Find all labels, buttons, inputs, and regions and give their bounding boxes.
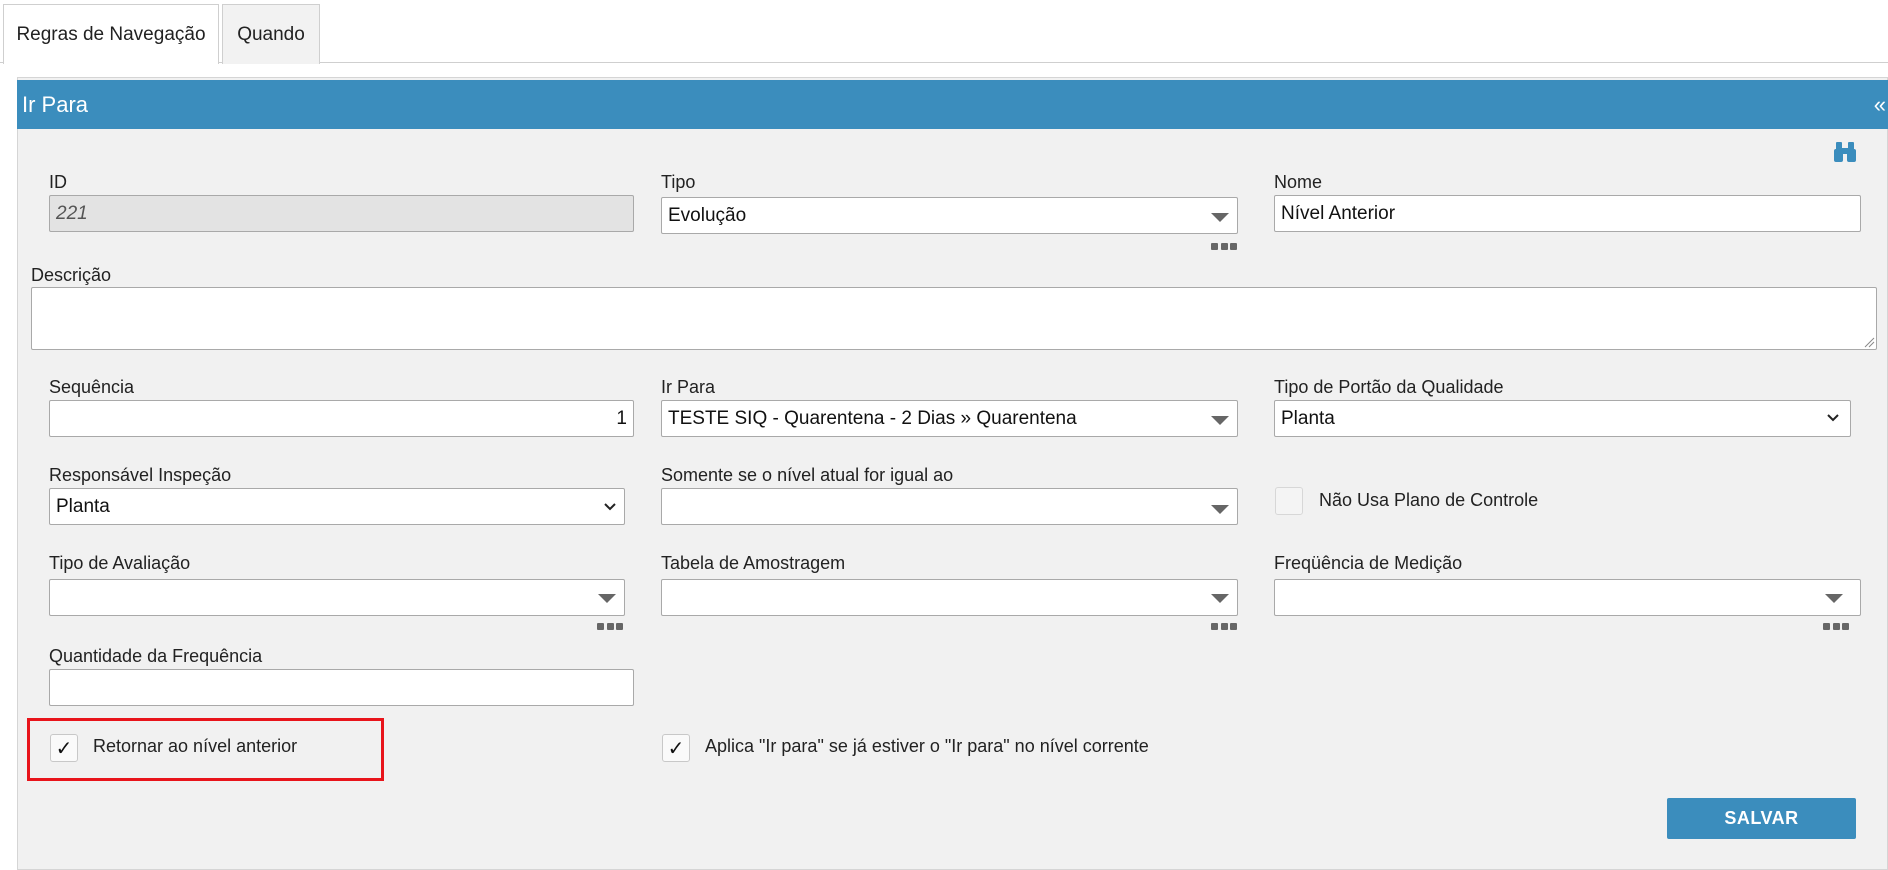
responsavel-label: Responsável Inspeção xyxy=(49,465,232,485)
tipo-avaliacao-select[interactable] xyxy=(49,579,625,616)
responsavel-value: Planta xyxy=(56,495,110,517)
tipo-more-icon[interactable] xyxy=(1211,243,1237,251)
binoculars-icon[interactable] xyxy=(1832,140,1858,164)
nome-label: Nome xyxy=(1274,172,1323,192)
tipo-portao-label: Tipo de Portão da Qualidade xyxy=(1274,377,1504,397)
sequencia-label: Sequência xyxy=(49,377,135,397)
responsavel-select[interactable]: Planta xyxy=(49,488,625,525)
id-label: ID xyxy=(49,172,67,192)
frequencia-medicao-label: Freqüência de Medição xyxy=(1274,553,1463,573)
id-field: 221 xyxy=(49,195,634,232)
descricao-textarea[interactable] xyxy=(31,287,1877,350)
tipo-label: Tipo xyxy=(661,172,696,192)
frequencia-medicao-select[interactable] xyxy=(1274,579,1861,616)
save-button[interactable]: SALVAR xyxy=(1667,798,1856,839)
tab-bar: Regras de Navegação Quando xyxy=(0,0,1888,64)
ir-para-select[interactable]: TESTE SIQ - Quarentena - 2 Dias » Quaren… xyxy=(661,400,1238,437)
somente-se-dropdown-icon[interactable] xyxy=(1211,505,1229,514)
tipo-dropdown-icon[interactable] xyxy=(1211,213,1229,222)
aplica-checkbox[interactable]: ✓ xyxy=(662,734,690,762)
tab-quando[interactable]: Quando xyxy=(222,4,320,64)
tipo-portao-select[interactable]: Planta xyxy=(1274,400,1851,437)
ir-para-label: Ir Para xyxy=(661,377,716,397)
tabela-amostragem-select[interactable] xyxy=(661,579,1238,616)
frequencia-medicao-more-icon[interactable] xyxy=(1823,623,1849,631)
somente-se-select[interactable] xyxy=(661,488,1238,525)
collapse-icon[interactable]: « xyxy=(1874,80,1886,129)
tipo-value: Evolução xyxy=(668,204,747,226)
somente-se-label: Somente se o nível atual for igual ao xyxy=(661,465,954,485)
aplica-label: Aplica "Ir para" se já estiver o "Ir par… xyxy=(705,736,1149,756)
resize-handle-icon[interactable] xyxy=(1863,336,1875,348)
sequencia-input[interactable]: 1 xyxy=(49,400,634,437)
tipo-avaliacao-label: Tipo de Avaliação xyxy=(49,553,191,573)
nao-usa-plano-checkbox[interactable] xyxy=(1275,487,1303,515)
panel-header: Ir Para « xyxy=(17,80,1888,129)
quantidade-frequencia-label: Quantidade da Frequência xyxy=(49,646,263,666)
nao-usa-plano-label: Não Usa Plano de Controle xyxy=(1319,490,1539,510)
frequencia-medicao-dropdown-icon[interactable] xyxy=(1825,594,1843,603)
tipo-portao-value: Planta xyxy=(1281,407,1335,429)
tabela-amostragem-label: Tabela de Amostragem xyxy=(661,553,846,573)
tipo-select[interactable]: Evolução xyxy=(661,197,1238,234)
tipo-avaliacao-more-icon[interactable] xyxy=(597,623,623,631)
ir-para-dropdown-icon[interactable] xyxy=(1211,416,1229,425)
descricao-label: Descrição xyxy=(31,265,112,285)
nome-input[interactable]: Nível Anterior xyxy=(1274,195,1861,232)
tipo-portao-chevron-down-icon[interactable] xyxy=(1823,408,1843,428)
highlight-box xyxy=(27,718,384,781)
ir-para-value: TESTE SIQ - Quarentena - 2 Dias » Quaren… xyxy=(668,407,1077,429)
responsavel-chevron-down-icon[interactable] xyxy=(600,497,620,517)
quantidade-frequencia-input[interactable] xyxy=(49,669,634,706)
panel-title: Ir Para xyxy=(22,92,89,117)
tab-regras-de-navegacao[interactable]: Regras de Navegação xyxy=(3,4,219,64)
checkmark-icon: ✓ xyxy=(667,737,685,760)
tipo-avaliacao-dropdown-icon[interactable] xyxy=(598,594,616,603)
tabela-amostragem-dropdown-icon[interactable] xyxy=(1211,594,1229,603)
tabela-amostragem-more-icon[interactable] xyxy=(1211,623,1237,631)
